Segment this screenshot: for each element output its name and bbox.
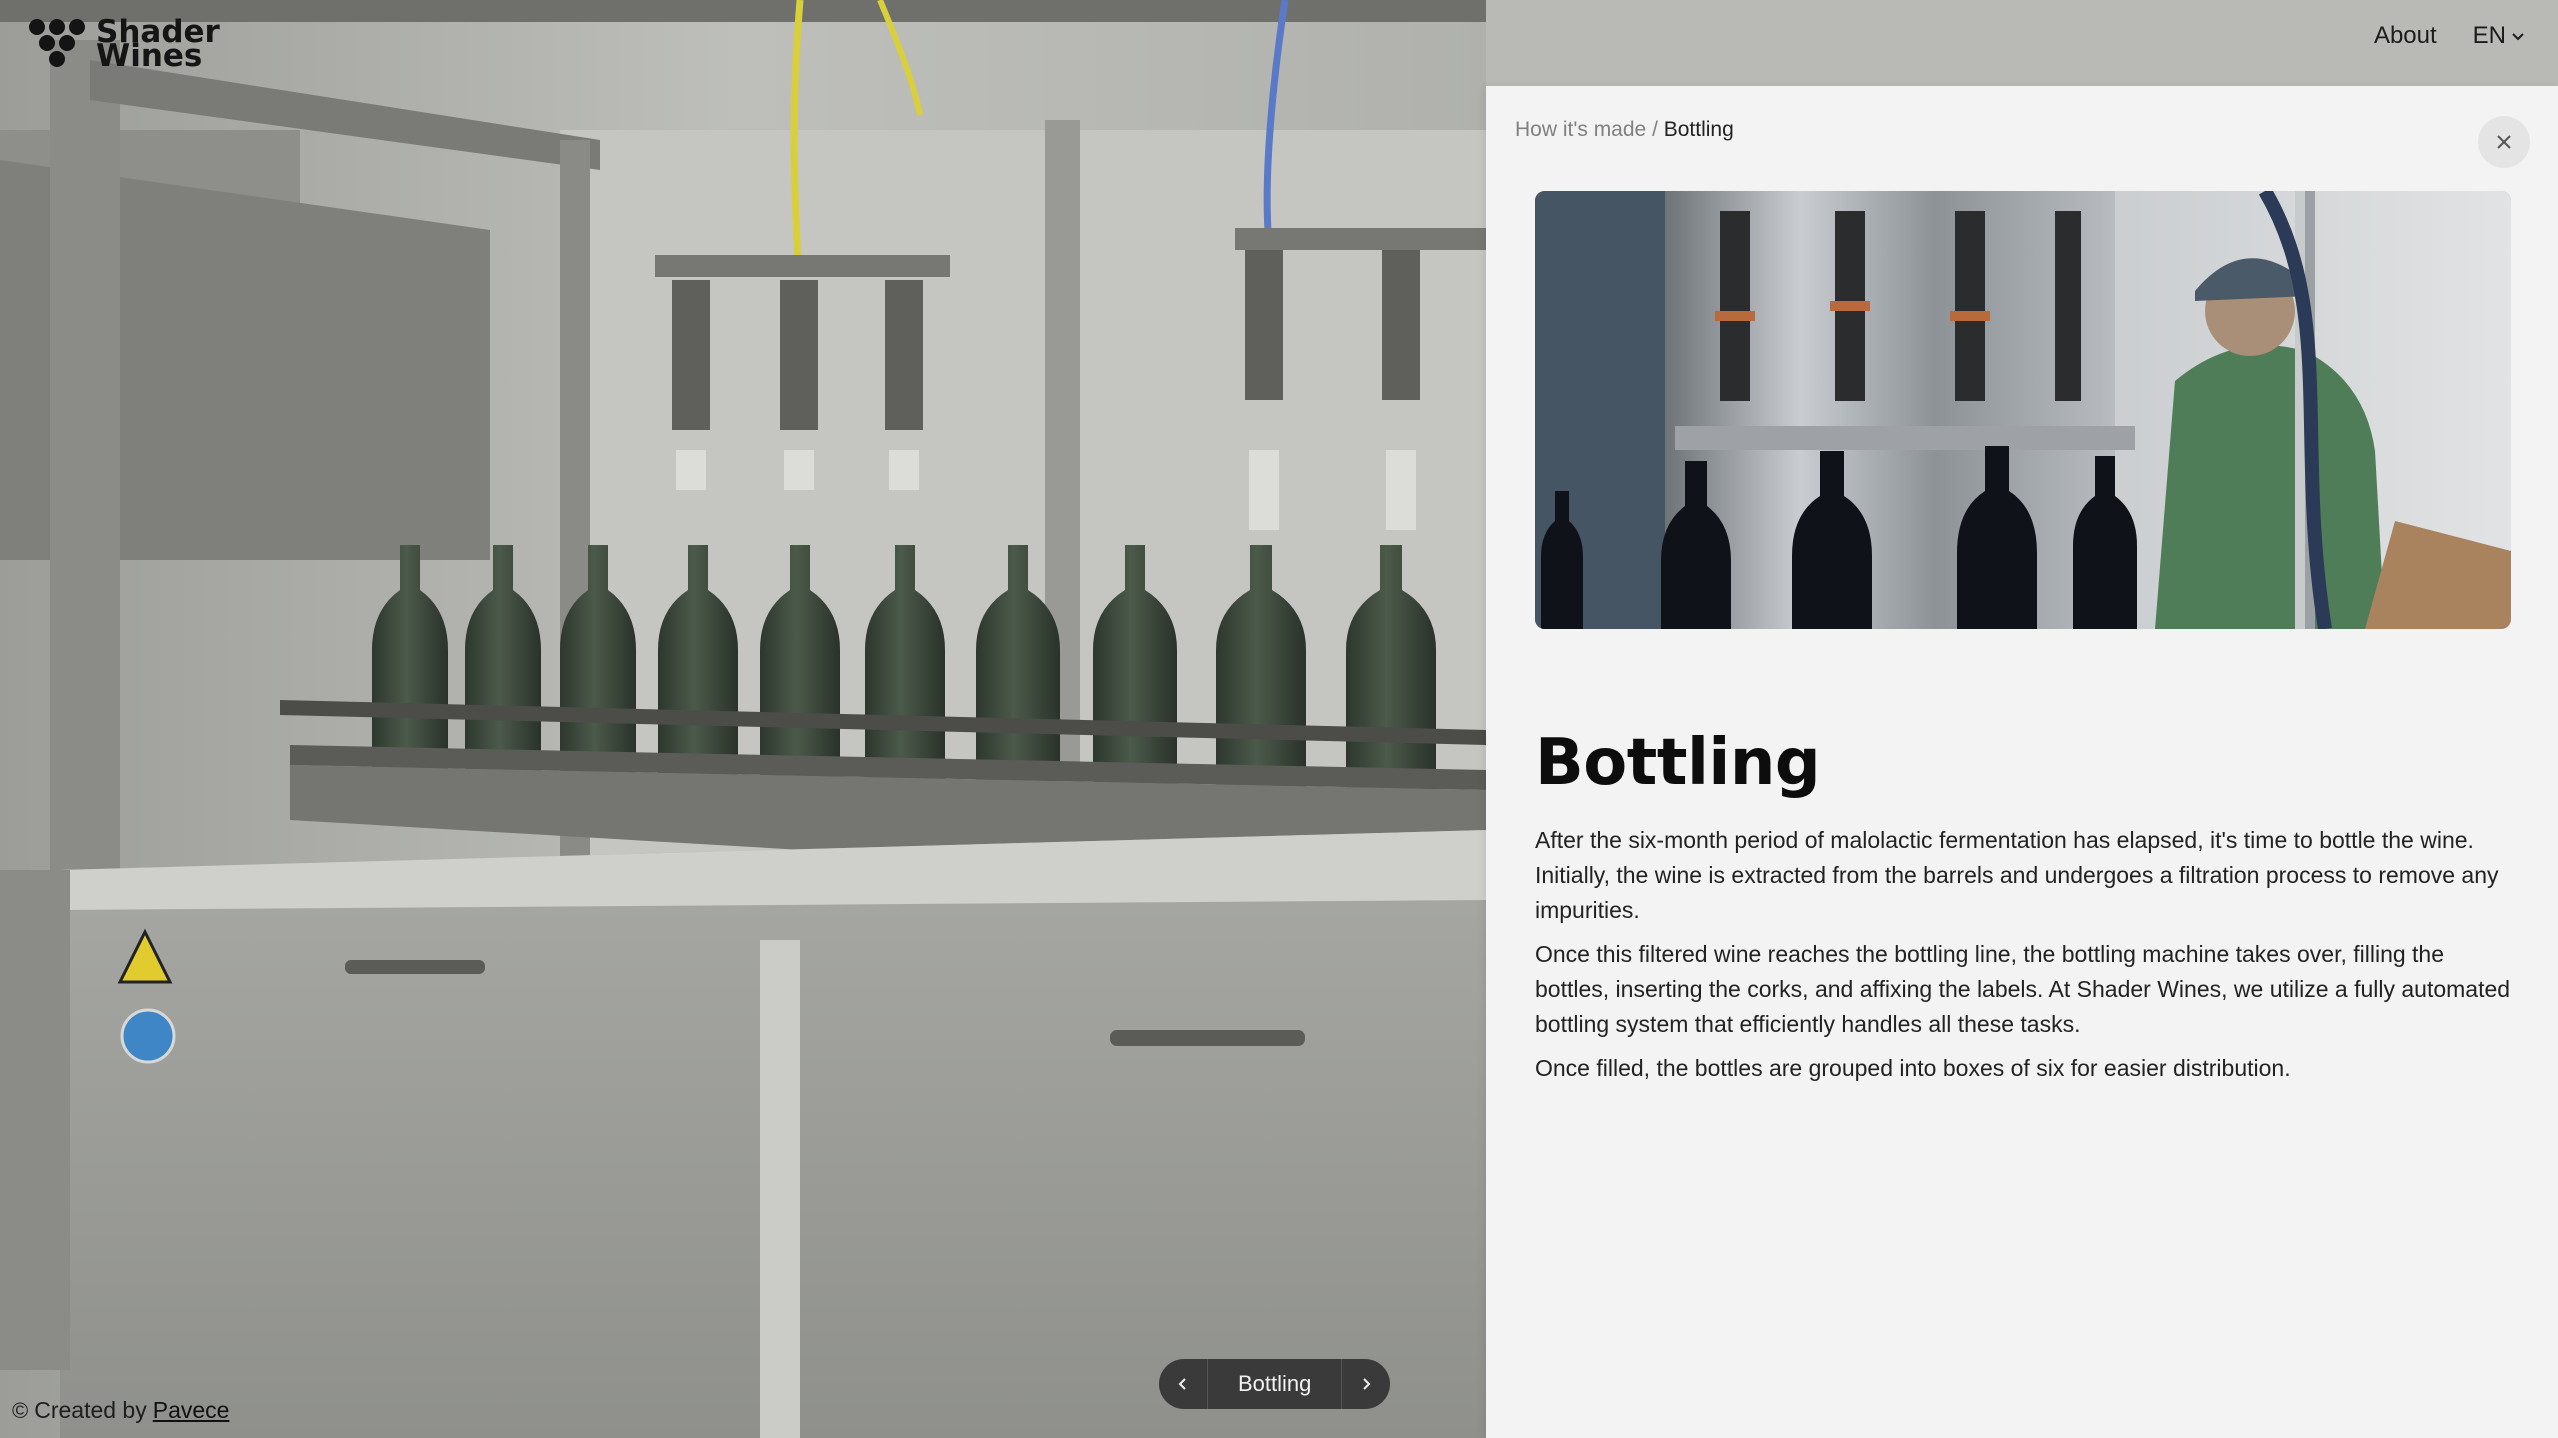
stage-info-panel: How it's made / Bottling Bottling After … — [1486, 86, 2558, 1438]
chevron-left-icon — [1178, 1378, 1186, 1390]
breadcrumb: How it's made / Bottling — [1515, 118, 1734, 142]
close-panel-button[interactable] — [2478, 116, 2530, 168]
previous-stage-button[interactable] — [1159, 1359, 1208, 1409]
top-navigation: About EN — [2374, 22, 2526, 50]
brand-name-line2: Wines — [96, 38, 203, 74]
breadcrumb-current: Bottling — [1663, 118, 1734, 141]
chevron-down-icon — [2512, 33, 2524, 41]
credit-line: © Created by Pavece — [12, 1397, 229, 1424]
brand-name: Shader Wines — [96, 17, 220, 74]
stage-title: Bottling — [1535, 726, 1821, 800]
about-link[interactable]: About — [2374, 22, 2437, 50]
description-paragraph-1: After the six-month period of malolactic… — [1535, 827, 2499, 923]
brand-logo[interactable]: Shader Wines — [28, 17, 220, 74]
stage-navigator: Bottling — [1159, 1359, 1391, 1409]
description-paragraph-2: Once this filtered wine reaches the bott… — [1535, 941, 2511, 1037]
breadcrumb-parent[interactable]: How it's made — [1515, 118, 1646, 141]
stage-description: After the six-month period of malolactic… — [1535, 823, 2515, 1095]
language-selector[interactable]: EN — [2473, 22, 2526, 50]
breadcrumb-separator: / — [1646, 118, 1664, 141]
close-icon — [2497, 135, 2511, 149]
description-paragraph-3: Once filled, the bottles are grouped int… — [1535, 1055, 2291, 1081]
grape-logo-icon — [29, 19, 85, 67]
scene-illustration — [0, 0, 1486, 1438]
bottling-machine-image — [1535, 191, 2511, 629]
bottling-photo — [1535, 191, 2511, 629]
copyright-icon: © — [12, 1397, 29, 1423]
language-label: EN — [2472, 22, 2506, 49]
chevron-right-icon — [1363, 1378, 1371, 1390]
current-stage-label: Bottling — [1238, 1371, 1312, 1396]
credit-prefix: Created by — [34, 1397, 147, 1423]
credit-link[interactable]: Pavece — [153, 1397, 230, 1424]
bottling-scene-3d[interactable] — [0, 0, 1486, 1438]
